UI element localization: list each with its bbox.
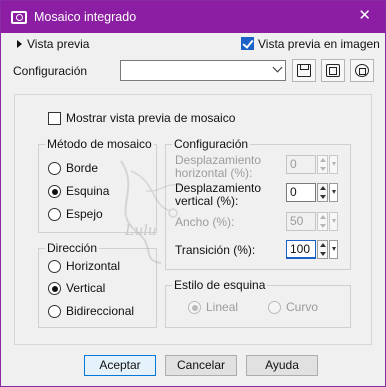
radio-esquina[interactable] <box>48 185 61 198</box>
radio-curvo[interactable] <box>268 301 281 314</box>
h-offset-input[interactable]: 0 <box>286 155 316 174</box>
width-label: Ancho (%): <box>175 215 235 229</box>
preview-in-image-label[interactable]: Vista previa en imagen <box>258 37 380 51</box>
settings-group: Configuración Desplazamiento horizontal … <box>165 137 351 270</box>
preset-manager-button[interactable] <box>321 59 345 82</box>
radio-bidireccional[interactable] <box>48 305 61 318</box>
cancel-button[interactable]: Cancelar <box>165 355 237 376</box>
radio-curvo-label[interactable]: Curvo <box>286 300 318 314</box>
show-tile-preview-label[interactable]: Mostrar vista previa de mosaico <box>66 111 235 125</box>
v-offset-input[interactable]: 0 <box>286 183 316 202</box>
preview-row: Vista previa Vista previa en imagen <box>1 35 385 55</box>
preview-toggle-label[interactable]: Vista previa <box>27 37 89 51</box>
title-bar: Mosaico integrado ✕ <box>1 1 385 33</box>
v-offset-label-line1: Desplazamiento <box>175 181 262 195</box>
cube-icon <box>326 64 340 77</box>
save-preset-button[interactable] <box>292 59 316 82</box>
show-tile-preview-checkbox[interactable] <box>48 112 61 125</box>
transition-spinner[interactable] <box>317 240 328 259</box>
radio-vertical-label[interactable]: Vertical <box>66 281 105 295</box>
radio-borde[interactable] <box>48 162 61 175</box>
radio-vertical[interactable] <box>48 282 61 295</box>
save-disk-icon <box>297 64 311 77</box>
transition-slider-button[interactable] <box>329 240 338 259</box>
h-offset-spinner[interactable] <box>317 155 328 174</box>
width-input[interactable]: 50 <box>286 212 316 231</box>
transition-input[interactable]: 100 <box>286 240 316 259</box>
h-offset-label-line1: Desplazamiento <box>175 153 262 167</box>
radio-horizontal[interactable] <box>48 260 61 273</box>
preview-in-image-checkbox[interactable] <box>241 37 254 50</box>
help-button[interactable]: Ayuda <box>246 355 318 376</box>
close-icon[interactable]: ✕ <box>358 8 371 24</box>
radio-esquina-label[interactable]: Esquina <box>66 184 109 198</box>
ok-button[interactable]: Aceptar <box>84 355 156 376</box>
v-offset-spinner[interactable] <box>317 183 328 202</box>
v-offset-slider-button[interactable] <box>329 183 338 202</box>
camera-icon <box>11 10 27 24</box>
radio-bidireccional-label[interactable]: Bidireccional <box>66 304 134 318</box>
v-offset-label-line2: vertical (%): <box>175 194 239 208</box>
radio-lineal-label[interactable]: Lineal <box>206 300 238 314</box>
radio-lineal[interactable] <box>188 301 201 314</box>
width-spinner[interactable] <box>317 212 328 231</box>
chevron-down-icon <box>272 62 283 73</box>
window-title: Mosaico integrado <box>34 10 137 24</box>
transition-label: Transición (%): <box>175 243 256 257</box>
width-slider-button[interactable] <box>329 212 338 231</box>
tile-method-title: Método de mosaico <box>45 137 154 151</box>
corner-style-group: Estilo de esquina Lineal Curvo <box>165 278 351 328</box>
dialog-window: Mosaico integrado ✕ Vista previa Vista p… <box>0 0 386 387</box>
preset-combo[interactable] <box>120 60 286 81</box>
radio-borde-label[interactable]: Borde <box>66 161 98 175</box>
preset-bar: Configuración <box>1 59 385 85</box>
h-offset-slider-button[interactable] <box>329 155 338 174</box>
preset-label: Configuración <box>13 64 88 78</box>
settings-panel: Mostrar vista previa de mosaico Método d… <box>14 94 372 345</box>
direction-group: Dirección Horizontal Vertical Bidireccio… <box>38 241 157 328</box>
radio-horizontal-label[interactable]: Horizontal <box>66 259 120 273</box>
reset-button[interactable] <box>350 59 374 82</box>
tile-method-group: Método de mosaico Borde Esquina Espejo <box>38 137 157 233</box>
h-offset-label-line2: horizontal (%): <box>175 166 253 180</box>
settings-title: Configuración <box>172 137 251 151</box>
corner-style-title: Estilo de esquina <box>172 278 268 292</box>
reset-icon <box>355 64 369 77</box>
radio-espejo[interactable] <box>48 208 61 221</box>
radio-espejo-label[interactable]: Espejo <box>66 207 103 221</box>
direction-title: Dirección <box>45 241 100 255</box>
expand-triangle-icon[interactable] <box>17 40 22 48</box>
